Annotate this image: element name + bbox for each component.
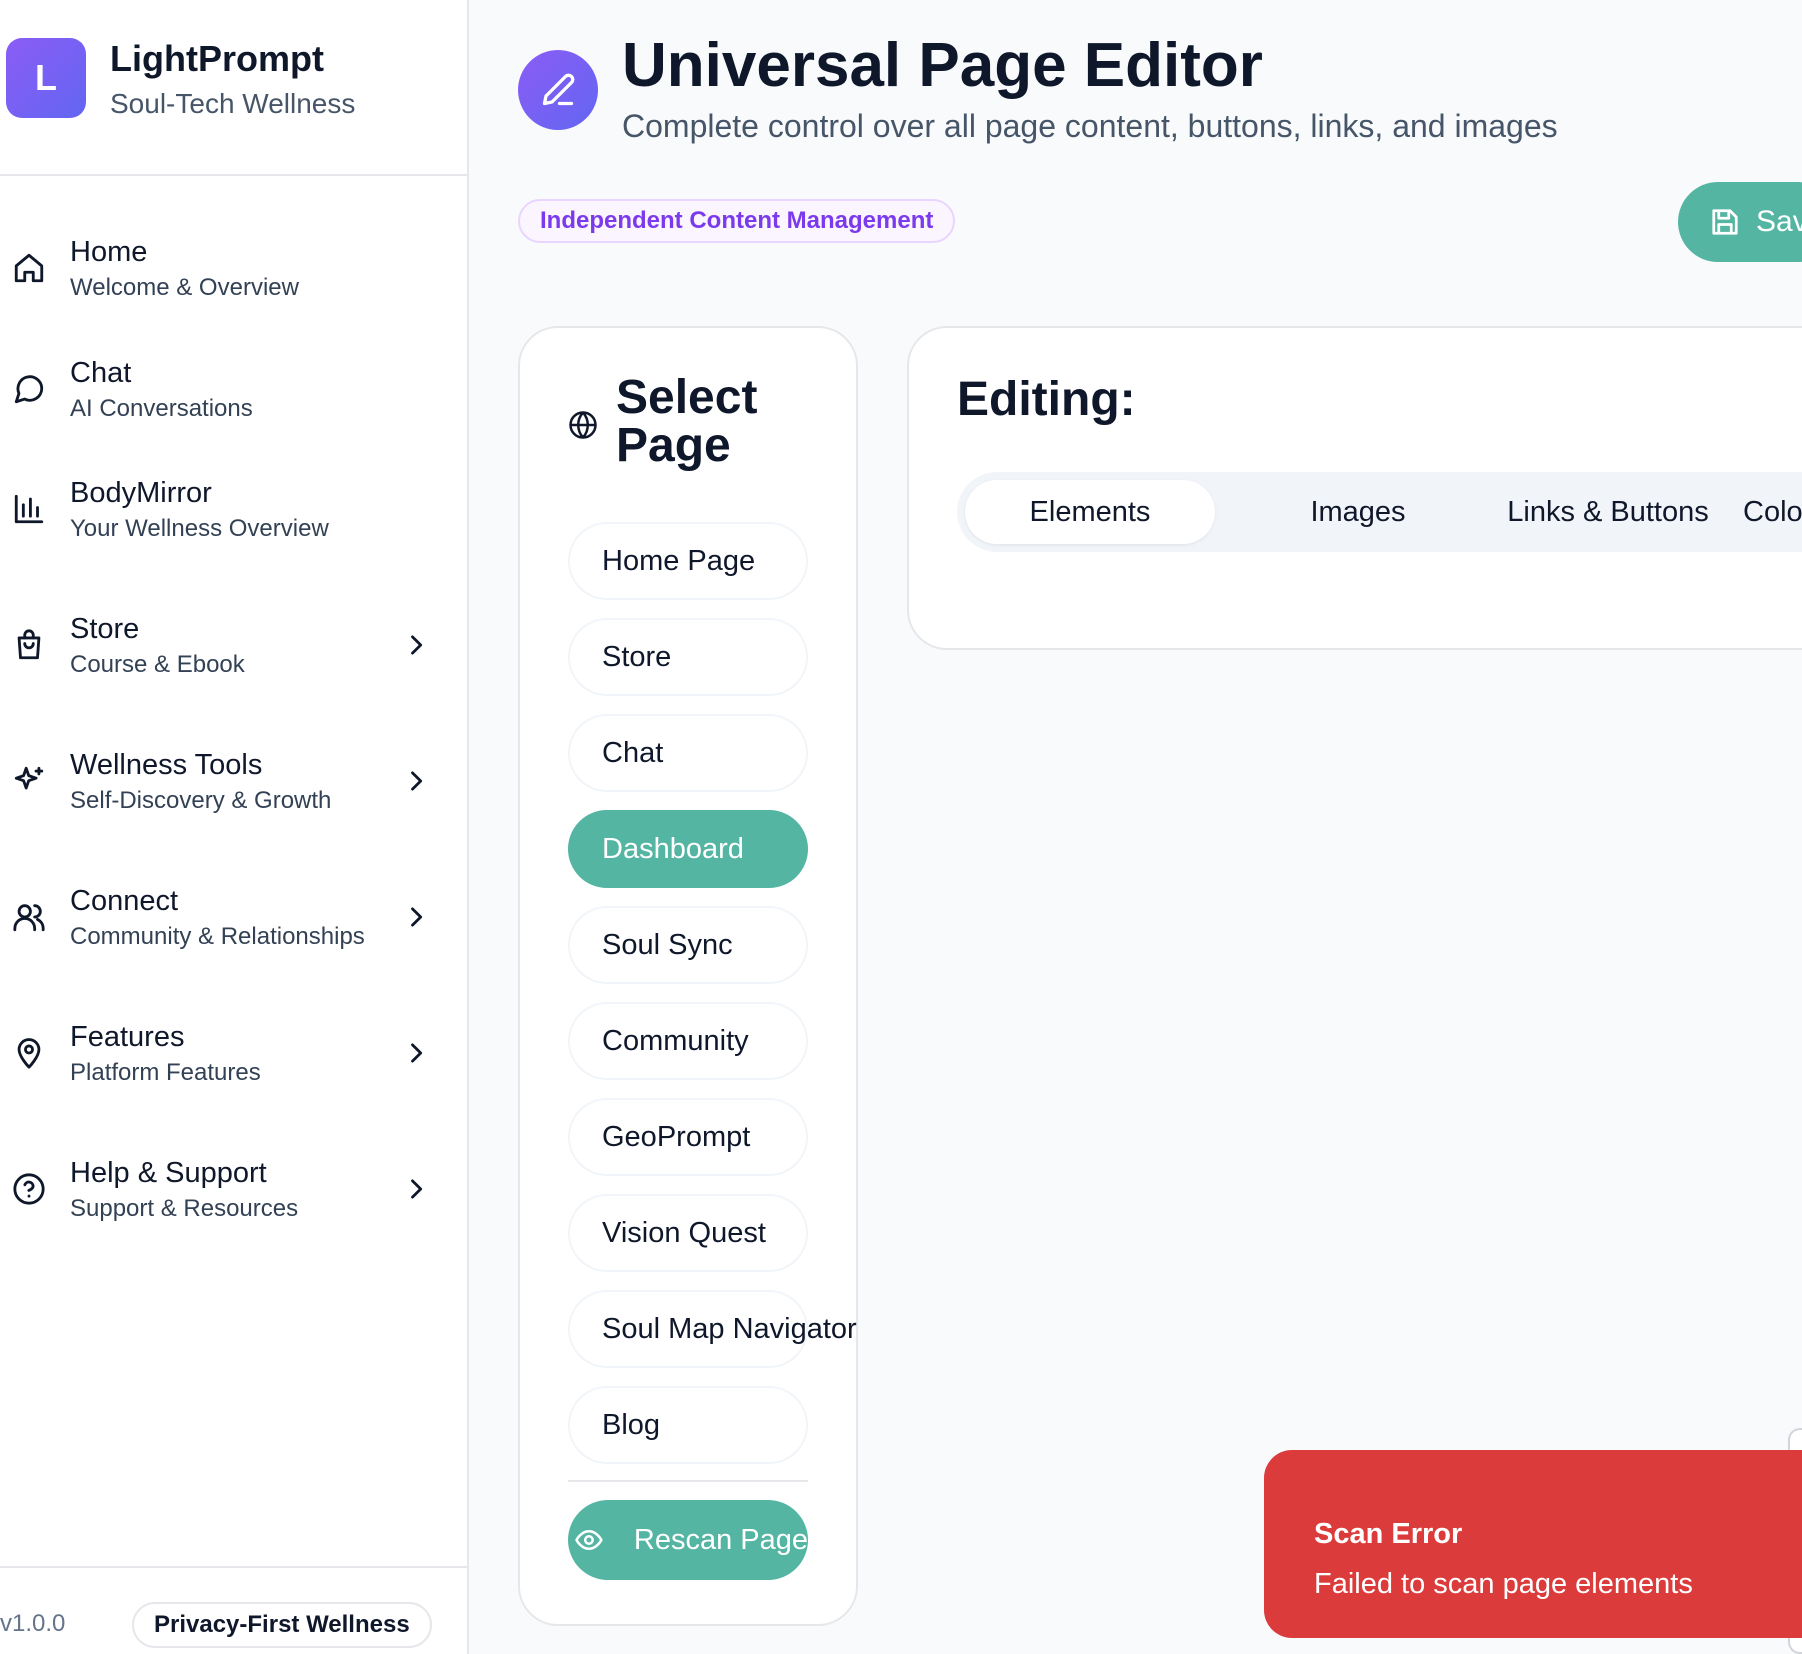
- sidebar-item-title: Chat: [70, 357, 132, 389]
- shopping-bag-icon: [12, 628, 46, 662]
- sidebar-item-title: Store: [70, 613, 140, 645]
- brand-header: L LightPrompt Soul-Tech Wellness: [0, 0, 467, 176]
- rescan-page-button[interactable]: Rescan Page: [568, 1500, 808, 1580]
- sidebar-item-title: Home: [70, 236, 148, 268]
- save-icon: [1712, 209, 1738, 235]
- select-page-card: Select Page Home Page Store Chat Dashboa…: [518, 326, 858, 1626]
- chevron-right-icon[interactable]: [402, 631, 430, 659]
- page-title: Universal Page Editor: [622, 31, 1263, 100]
- save-button-label: Save: [1756, 205, 1802, 238]
- privacy-badge: Privacy-First Wellness: [132, 1602, 432, 1648]
- sidebar-item-home[interactable]: Home Welcome & Overview: [0, 218, 467, 318]
- globe-icon: [568, 410, 598, 440]
- page-option-community[interactable]: Community: [568, 1002, 808, 1080]
- sidebar-item-subtitle: AI Conversations: [70, 395, 253, 422]
- chat-bubble-icon: [12, 372, 46, 406]
- sidebar-item-subtitle: Self-Discovery & Growth: [70, 787, 332, 814]
- sidebar-item-title: Wellness Tools: [70, 749, 263, 781]
- page-option-vision-quest[interactable]: Vision Quest: [568, 1194, 808, 1272]
- sidebar-item-connect[interactable]: Connect Community & Relationships: [0, 867, 467, 967]
- page-subtitle: Complete control over all page content, …: [622, 108, 1558, 144]
- tab-links-buttons[interactable]: Links & Buttons: [1483, 480, 1733, 544]
- users-icon: [12, 900, 46, 934]
- sidebar-item-title: Features: [70, 1021, 185, 1053]
- sidebar-item-subtitle: Course & Ebook: [70, 651, 245, 678]
- sidebar-item-title: Connect: [70, 885, 179, 917]
- sidebar-item-subtitle: Your Wellness Overview: [70, 515, 329, 542]
- tab-images[interactable]: Images: [1233, 480, 1483, 544]
- save-button[interactable]: Save: [1678, 182, 1802, 262]
- page-option-geoprompt[interactable]: GeoPrompt: [568, 1098, 808, 1176]
- sidebar-item-features[interactable]: Features Platform Features: [0, 1003, 467, 1103]
- sidebar-item-store[interactable]: Store Course & Ebook: [0, 595, 467, 695]
- sidebar-item-title: Help & Support: [70, 1157, 267, 1189]
- sidebar-item-wellness-tools[interactable]: Wellness Tools Self-Discovery & Growth: [0, 731, 467, 831]
- page-option-chat[interactable]: Chat: [568, 714, 808, 792]
- toast-message: Failed to scan page elements: [1314, 1568, 1693, 1600]
- map-pin-icon: [12, 1036, 46, 1070]
- edit-pencil-icon: [518, 50, 598, 130]
- content-management-badge: Independent Content Management: [518, 199, 956, 243]
- brand-name: LightPrompt: [110, 38, 324, 79]
- sidebar-item-subtitle: Support & Resources: [70, 1195, 299, 1222]
- editing-card: Editing: Elements Images Links & Buttons…: [907, 326, 1802, 650]
- toast-title: Scan Error: [1314, 1518, 1463, 1550]
- select-page-title: Select Page: [616, 371, 758, 472]
- bar-chart-icon: [12, 492, 46, 526]
- page-option-dashboard[interactable]: Dashboard: [568, 810, 808, 888]
- version-label: v1.0.0: [0, 1610, 66, 1637]
- divider: [568, 1480, 808, 1482]
- page-option-soul-sync[interactable]: Soul Sync: [568, 906, 808, 984]
- sidebar-item-help-support[interactable]: Help & Support Support & Resources: [0, 1139, 467, 1239]
- sidebar-footer: v1.0.0 Privacy-First Wellness: [0, 1566, 467, 1654]
- chevron-right-icon[interactable]: [402, 1175, 430, 1203]
- chevron-right-icon[interactable]: [402, 767, 430, 795]
- home-icon: [12, 251, 46, 285]
- chevron-right-icon[interactable]: [402, 1039, 430, 1067]
- sidebar-item-subtitle: Welcome & Overview: [70, 274, 299, 301]
- page-option-blog[interactable]: Blog: [568, 1386, 808, 1464]
- page-option-store[interactable]: Store: [568, 618, 808, 696]
- page-option-home-page[interactable]: Home Page: [568, 522, 808, 600]
- brand-tagline: Soul-Tech Wellness: [110, 88, 356, 119]
- editing-title: Editing:: [957, 373, 1136, 426]
- brand-logo[interactable]: L: [6, 38, 86, 118]
- rescan-page-label: Rescan Page: [633, 1523, 808, 1556]
- tab-elements[interactable]: Elements: [965, 480, 1215, 544]
- sidebar-item-title: BodyMirror: [70, 477, 212, 509]
- sidebar-item-subtitle: Community & Relationships: [70, 923, 365, 950]
- tab-colors[interactable]: Colors: [1743, 480, 1802, 544]
- sparkles-icon: [12, 764, 46, 798]
- sidebar-item-chat[interactable]: Chat AI Conversations: [0, 339, 467, 439]
- editor-tabs: Elements Images Links & Buttons Colors: [957, 472, 1802, 552]
- sidebar-item-bodymirror[interactable]: BodyMirror Your Wellness Overview: [0, 459, 467, 559]
- eye-icon: [575, 1530, 603, 1550]
- sidebar-item-subtitle: Platform Features: [70, 1059, 261, 1086]
- page-option-soul-map-navigator[interactable]: Soul Map Navigator: [568, 1290, 857, 1368]
- chevron-right-icon[interactable]: [402, 903, 430, 931]
- sidebar: L LightPrompt Soul-Tech Wellness Home We…: [0, 0, 469, 1654]
- error-toast[interactable]: Scan Error Failed to scan page elements: [1264, 1450, 1802, 1638]
- help-circle-icon: [12, 1172, 46, 1206]
